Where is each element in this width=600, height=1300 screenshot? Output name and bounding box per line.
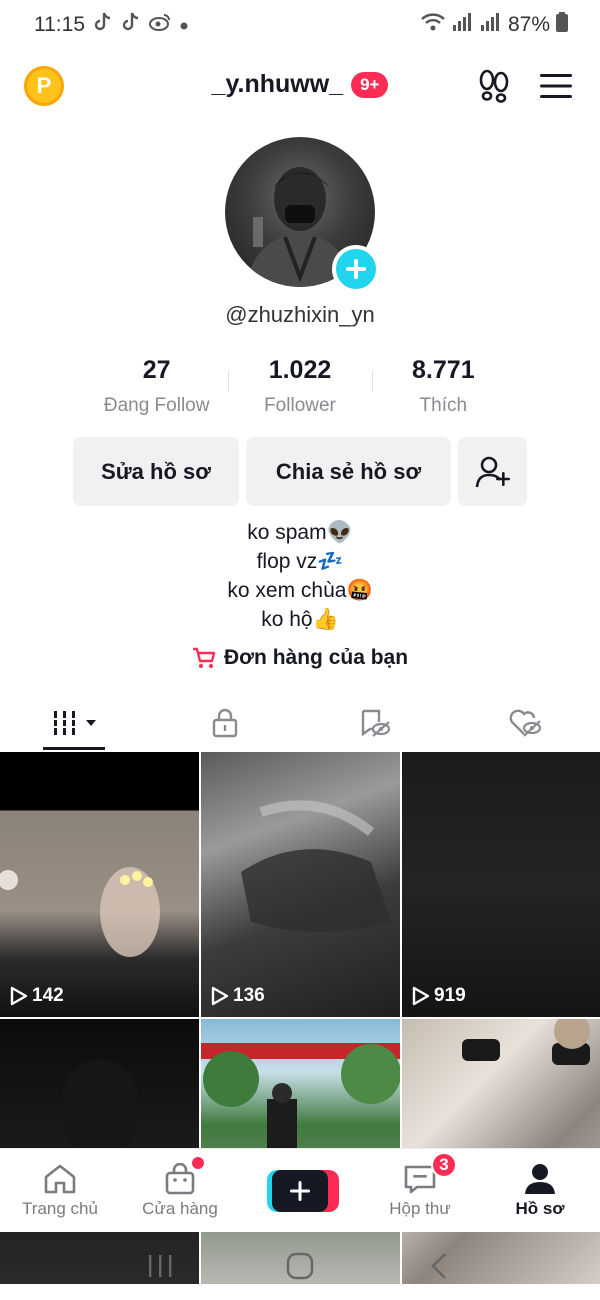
battery-percent: 87% [507,13,550,36]
view-count: 919 [434,985,466,1006]
nav-profile-label: Hồ sơ [515,1198,565,1218]
cart-icon [192,647,216,668]
play-icon [10,986,28,1006]
system-navigation-bar [0,1232,600,1300]
profile-stats: 27 Đang Follow 1.022 Follower 8.771 Thíc… [85,356,515,417]
nav-inbox[interactable]: 3 Hộp thư [360,1149,480,1232]
bottom-navigation: Trang chủ Cửa hàng 3 Hộp thư Hồ sơ [0,1148,600,1232]
profile-handle: @zhuzhixin_yn [225,302,375,327]
video-views: 136 [211,985,265,1007]
nav-inbox-label: Hộp thư [389,1198,451,1218]
profile-bio: ko spam👽 flop vz💤 ko xem chùa🤬 ko hộ👍 [0,518,600,634]
nav-shop-label: Cửa hàng [142,1198,218,1218]
edit-profile-button[interactable]: Sửa hồ sơ [73,437,239,506]
tab-liked[interactable] [450,696,600,750]
recent-apps-icon[interactable] [145,1253,175,1279]
bio-line: flop vz💤 [256,550,344,573]
username: _y.nhuww_ [211,70,344,98]
back-icon[interactable] [425,1251,455,1281]
weibo-notification-icon [149,12,171,38]
nav-home-label: Trang chủ [22,1198,98,1218]
add-friend-button[interactable] [458,437,527,506]
battery-icon [556,12,568,38]
view-count: 136 [233,985,265,1006]
home-system-icon[interactable] [285,1251,315,1281]
play-icon [211,986,229,1006]
video-thumbnail[interactable]: 142 [0,752,199,1017]
inbox-count-badge: 3 [431,1152,457,1178]
view-count: 142 [32,985,64,1006]
followers-label: Follower [264,395,336,416]
play-icon [412,986,430,1006]
nav-home[interactable]: Trang chủ [0,1149,120,1232]
more-notifications-dot-icon [179,13,189,37]
active-tab-indicator [43,747,105,750]
hidden-reposts-icon [361,709,391,737]
following-stat[interactable]: 27 Đang Follow [85,356,228,417]
tab-videos[interactable] [0,696,150,750]
followers-count: 1.022 [268,356,332,384]
home-icon [44,1164,76,1193]
lock-icon [212,708,238,738]
account-notification-badge: 9+ [351,71,389,98]
bio-line: ko spam👽 [247,521,353,544]
nav-profile[interactable]: Hồ sơ [480,1149,600,1232]
footprint-icon[interactable] [476,68,512,104]
video-thumbnail[interactable]: 919 [402,752,600,1017]
following-label: Đang Follow [103,395,210,416]
thumbnail-art [241,800,391,932]
followers-stat[interactable]: 1.022 Follower [228,356,371,417]
hidden-liked-icon [509,709,542,737]
status-bar: 11:15 87% [0,0,600,50]
nav-create[interactable] [240,1149,360,1232]
likes-stat[interactable]: 8.771 Thích [371,356,515,417]
following-count: 27 [142,356,171,384]
video-views: 919 [412,985,466,1007]
wifi-icon [420,12,446,38]
tiktok-notification-icon-2 [121,11,141,39]
signal-icon [452,12,474,38]
your-orders-link[interactable]: Đơn hàng của bạn [0,646,600,670]
profile-top-bar: P _y.nhuww_ 9+ [0,56,600,116]
grid-videos-icon [52,711,96,735]
video-views: 142 [10,985,64,1007]
orders-label: Đơn hàng của bạn [223,646,409,669]
share-profile-button[interactable]: Chia sẻ hồ sơ [246,437,451,506]
plus-icon [346,259,366,279]
shopping-bag-icon [165,1162,195,1194]
likes-count: 8.771 [412,356,475,384]
bio-line: ko hộ👍 [261,608,339,631]
likes-label: Thích [419,395,468,416]
menu-icon[interactable] [538,72,574,100]
add-avatar-button[interactable] [332,245,380,293]
thumbnail-art [0,867,160,957]
bio-line: ko xem chùa🤬 [227,579,373,602]
nav-shop[interactable]: Cửa hàng [120,1149,240,1232]
shop-notification-dot [192,1157,204,1169]
tab-reposts[interactable] [300,696,450,750]
tiktok-notification-icon [93,11,113,39]
create-plus-icon [272,1169,328,1212]
video-thumbnail[interactable]: 136 [201,752,400,1017]
add-user-icon [475,456,510,487]
profile-icon [525,1163,555,1194]
tab-private[interactable] [150,696,300,750]
create-button[interactable] [267,1169,339,1212]
content-tabs [0,696,600,750]
signal-icon-2 [480,12,502,38]
status-time: 11:15 [34,13,85,36]
